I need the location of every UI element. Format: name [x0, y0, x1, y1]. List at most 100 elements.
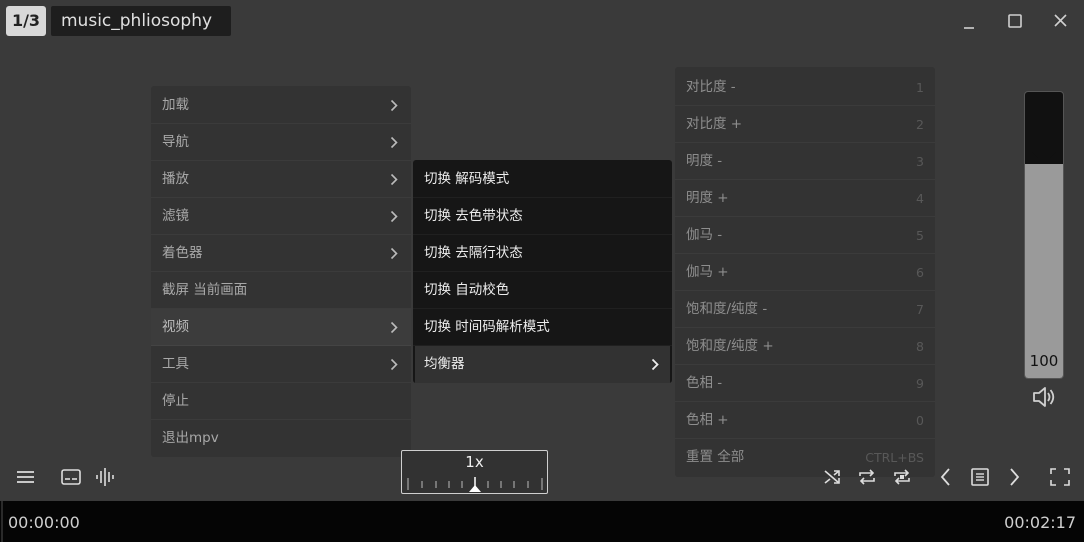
- audio-track-button[interactable]: [93, 466, 117, 488]
- shortcut-key: 6: [916, 265, 924, 280]
- menu-item-label: 饱和度/纯度 -: [686, 301, 768, 317]
- menu-item-hue-up[interactable]: 色相 + 0: [675, 402, 935, 439]
- menu-item-toggle-auto-color[interactable]: 切换 自动校色: [413, 272, 672, 309]
- fullscreen-icon: [1050, 468, 1070, 486]
- menu-item-filters[interactable]: 滤镜: [151, 198, 411, 235]
- menu-item-screenshot[interactable]: 截屏 当前画面: [151, 272, 411, 309]
- menu-item-video[interactable]: 视频: [151, 309, 411, 346]
- loop-playlist-button[interactable]: [855, 466, 879, 488]
- menu-item-label: 切换 自动校色: [424, 282, 510, 298]
- menu-item-brightness-down[interactable]: 明度 - 3: [675, 143, 935, 180]
- maximize-button[interactable]: [1003, 10, 1027, 32]
- menu-item-toggle-hwdec[interactable]: 切换 解码模式: [413, 161, 672, 198]
- menu-item-label: 切换 时间码解析模式: [424, 319, 550, 335]
- subtitles-button[interactable]: [59, 466, 83, 488]
- menu-item-label: 切换 解码模式: [424, 171, 510, 187]
- menu-item-label: 饱和度/纯度 +: [686, 338, 774, 354]
- menu-item-navigate[interactable]: 导航: [151, 124, 411, 161]
- menu-item-shaders[interactable]: 着色器: [151, 235, 411, 272]
- shortcut-key: 7: [916, 302, 924, 317]
- menu-item-label: 明度 +: [686, 190, 729, 206]
- volume-level-fill: [1025, 158, 1063, 378]
- loop-file-icon: [894, 469, 910, 485]
- menu-item-label: 色相 -: [686, 375, 723, 391]
- previous-button[interactable]: [934, 466, 958, 488]
- mute-button[interactable]: [1031, 385, 1057, 409]
- shortcut-key: 9: [916, 376, 924, 391]
- shortcut-key: 5: [916, 228, 924, 243]
- menu-item-label: 切换 去隔行状态: [424, 245, 523, 261]
- prev-icon: [940, 468, 950, 486]
- chevron-right-icon: [390, 173, 398, 186]
- maximize-icon: [1008, 14, 1022, 28]
- shortcut-key: 2: [916, 117, 924, 132]
- menu-item-stop[interactable]: 停止: [151, 383, 411, 420]
- menu-item-tools[interactable]: 工具: [151, 346, 411, 383]
- volume-value: 100: [1029, 352, 1059, 370]
- next-icon: [1010, 468, 1020, 486]
- menu-item-label: 明度 -: [686, 153, 723, 169]
- time-total[interactable]: 00:02:17: [1004, 513, 1076, 532]
- menu-button[interactable]: [14, 466, 38, 488]
- menu-item-label: 着色器: [162, 245, 203, 261]
- next-button[interactable]: [1002, 466, 1026, 488]
- menu-item-label: 播放: [162, 171, 189, 187]
- menu-item-contrast-up[interactable]: 对比度 + 2: [675, 106, 935, 143]
- video-submenu: 切换 解码模式 切换 去色带状态 切换 去隔行状态 切换 自动校色 切换 时间码…: [413, 160, 672, 383]
- menu-icon: [17, 471, 34, 483]
- loop-playlist-icon: [859, 469, 875, 485]
- menu-item-label: 色相 +: [686, 412, 729, 428]
- menu-item-saturation-down[interactable]: 饱和度/纯度 - 7: [675, 291, 935, 328]
- menu-item-quit[interactable]: 退出mpv: [151, 420, 411, 457]
- menu-item-saturation-up[interactable]: 饱和度/纯度 + 8: [675, 328, 935, 365]
- menu-item-label: 退出mpv: [162, 430, 219, 446]
- chevron-right-icon: [390, 321, 398, 334]
- menu-item-gamma-up[interactable]: 伽马 + 6: [675, 254, 935, 291]
- menu-item-label: 伽马 +: [686, 264, 729, 280]
- menu-item-equalizer[interactable]: 均衡器: [415, 346, 670, 383]
- menu-item-label: 重置 全部: [686, 449, 745, 465]
- menu-item-hue-down[interactable]: 色相 - 9: [675, 365, 935, 402]
- timeline-bar[interactable]: 00:00:00 00:02:17: [0, 501, 1084, 542]
- chevron-right-icon: [390, 210, 398, 223]
- menu-item-label: 截屏 当前画面: [162, 282, 248, 298]
- volume-slider[interactable]: [1024, 91, 1064, 379]
- seek-position: [1, 501, 3, 542]
- loop-file-button[interactable]: [890, 466, 914, 488]
- main-context-menu: 加载 导航 播放 滤镜 着色器 截屏 当前画面 视频 工具 停止 退出mpv: [151, 86, 411, 457]
- menu-item-label: 滤镜: [162, 208, 189, 224]
- minimize-button[interactable]: [957, 10, 981, 32]
- menu-item-label: 伽马 -: [686, 227, 723, 243]
- close-button[interactable]: [1049, 10, 1073, 32]
- menu-item-label: 均衡器: [424, 356, 465, 372]
- subtitles-icon: [61, 469, 81, 485]
- menu-item-toggle-deband[interactable]: 切换 去色带状态: [413, 198, 672, 235]
- shortcut-key: 8: [916, 339, 924, 354]
- menu-item-label: 对比度 -: [686, 79, 736, 95]
- shortcut-key: 3: [916, 154, 924, 169]
- playlist-counter[interactable]: 1/3: [6, 6, 46, 36]
- menu-item-toggle-deinterlace[interactable]: 切换 去隔行状态: [413, 235, 672, 272]
- equalizer-submenu: 对比度 - 1 对比度 + 2 明度 - 3 明度 + 4 伽马 - 5 伽马 …: [675, 67, 935, 477]
- fullscreen-button[interactable]: [1048, 466, 1072, 488]
- menu-item-gamma-down[interactable]: 伽马 - 5: [675, 217, 935, 254]
- menu-item-label: 加载: [162, 97, 189, 113]
- speed-control[interactable]: 1x: [401, 450, 548, 494]
- volume-handle[interactable]: [1024, 152, 1064, 164]
- playlist-icon: [971, 468, 989, 486]
- menu-item-playback[interactable]: 播放: [151, 161, 411, 198]
- chevron-right-icon: [390, 247, 398, 260]
- menu-item-brightness-up[interactable]: 明度 + 4: [675, 180, 935, 217]
- shuffle-icon: [824, 470, 840, 484]
- menu-item-contrast-down[interactable]: 对比度 - 1: [675, 69, 935, 106]
- speaker-icon: [1033, 387, 1055, 407]
- menu-item-load[interactable]: 加载: [151, 87, 411, 124]
- menu-item-label: 对比度 +: [686, 116, 743, 132]
- menu-item-label: 视频: [162, 319, 189, 335]
- menu-item-toggle-timecode[interactable]: 切换 时间码解析模式: [413, 309, 672, 346]
- shuffle-button[interactable]: [821, 466, 845, 488]
- playlist-button[interactable]: [968, 466, 992, 488]
- audio-waveform-icon: [96, 468, 114, 486]
- top-bar: 1/3 music_phliosophy: [0, 0, 1084, 44]
- menu-item-label: 停止: [162, 393, 189, 409]
